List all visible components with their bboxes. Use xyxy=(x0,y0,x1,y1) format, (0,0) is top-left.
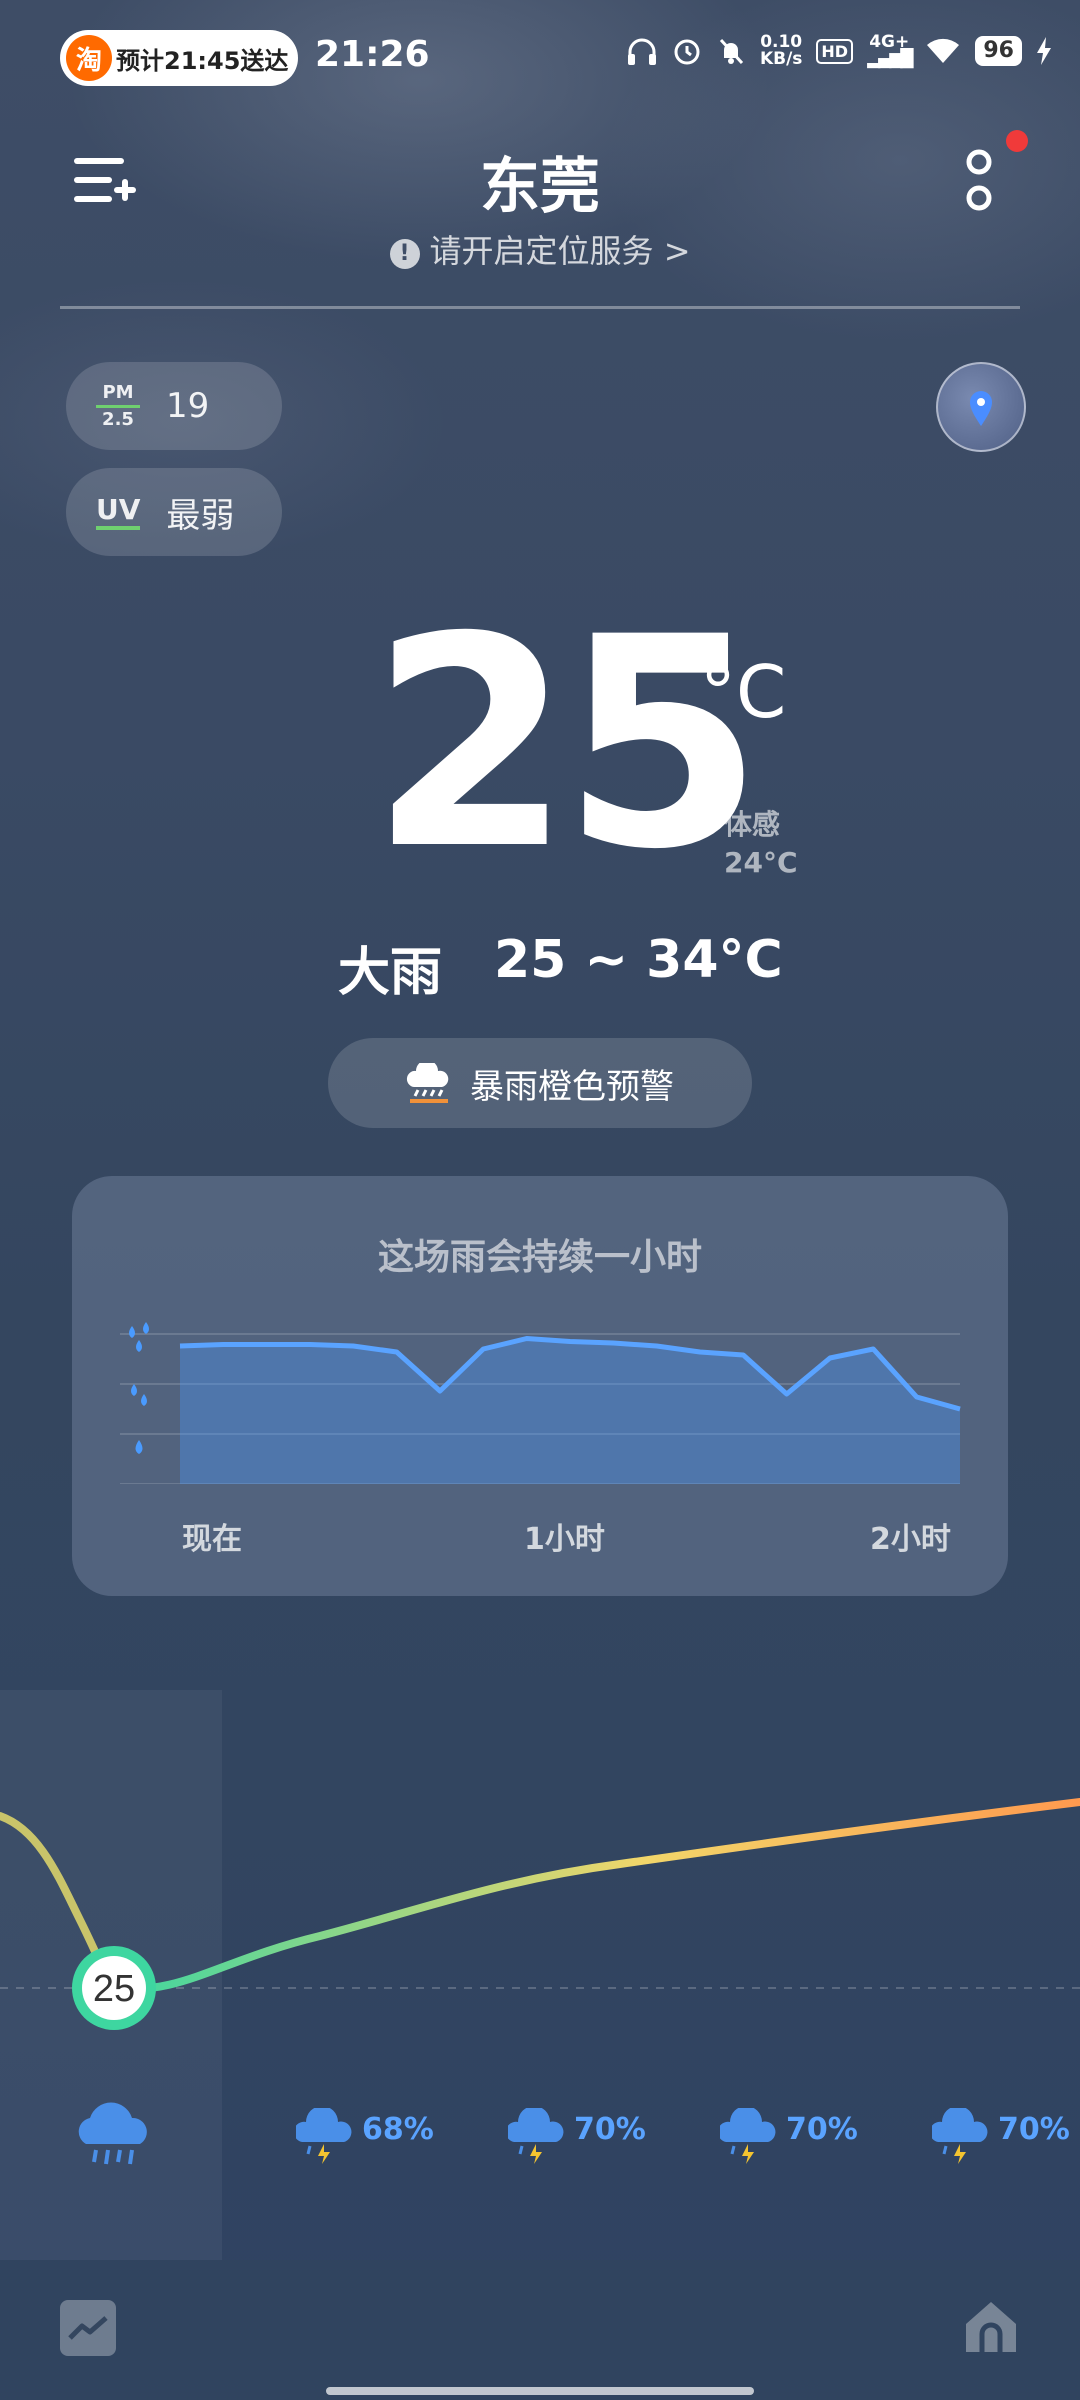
current-temperature: 25 xyxy=(370,576,764,913)
weather-condition: 大雨 xyxy=(338,943,443,1003)
axis-label-now: 现在 xyxy=(182,1522,242,1557)
battery-level: 96 xyxy=(975,36,1022,66)
thunder-rain-icon xyxy=(932,2108,988,2164)
signal-icon: 4G+ ▂▄▆█ xyxy=(867,32,913,69)
delivery-eta: 预计21:45送达 xyxy=(116,46,289,75)
alert-text: 暴雨橙色预警 xyxy=(470,1066,674,1107)
hour-2-rain-probability: 70% xyxy=(574,2112,646,2147)
header-divider xyxy=(60,306,1020,309)
home-icon[interactable] xyxy=(962,2298,1020,2356)
temperature-range: 25 ~ 34°C xyxy=(494,930,783,990)
status-time: 21:26 xyxy=(315,34,430,75)
thunder-rain-icon xyxy=(720,2108,776,2164)
uv-value: 最弱 xyxy=(166,495,235,536)
hour-1-rain-probability: 68% xyxy=(362,2112,434,2147)
current-temp-marker-label: 25 xyxy=(93,1968,135,2010)
location-hint-text: 请开启定位服务 xyxy=(429,232,654,270)
chevron-right-icon: > xyxy=(663,232,691,270)
medium-rain-drops-icon xyxy=(131,1384,147,1406)
city-name[interactable]: 东莞 xyxy=(0,138,1080,225)
trend-line-icon xyxy=(68,2316,108,2340)
mute-bell-icon xyxy=(719,38,744,65)
pm25-chip[interactable]: PM 2.5 19 xyxy=(66,362,282,450)
trend-chart-button[interactable] xyxy=(60,2300,116,2356)
hour-3-rain-probability: 70% xyxy=(786,2112,858,2147)
temperature-unit: °C xyxy=(700,650,787,734)
alarm-icon xyxy=(674,39,700,65)
feels-like: 体感 24°C xyxy=(724,808,798,879)
uv-chip[interactable]: UV 最弱 xyxy=(66,468,282,556)
delivery-pill[interactable]: 淘 预计21:45送达 xyxy=(60,30,298,86)
hourly-temperature-curve: 25 xyxy=(0,1798,1080,2030)
map-pin-icon xyxy=(970,391,992,426)
rain-forecast-card[interactable]: 这场雨会持续一小时 现在 1小时 2小时 xyxy=(72,1176,1008,1596)
rain-intensity-area xyxy=(180,1338,960,1484)
hd-badge: HD xyxy=(816,38,854,64)
wifi-icon xyxy=(927,38,960,63)
pm25-icon: PM 2.5 xyxy=(96,382,140,430)
headphones-icon xyxy=(627,38,656,65)
notification-dot xyxy=(1006,130,1028,152)
heavy-rain-drops-icon xyxy=(129,1322,149,1352)
rainstorm-warning-icon xyxy=(406,1063,449,1103)
charging-icon xyxy=(1037,37,1051,65)
bottom-toolbar xyxy=(0,2260,1080,2400)
uv-icon: UV xyxy=(96,494,141,530)
thunder-rain-icon xyxy=(296,2108,352,2164)
enable-location-link[interactable]: ! 请开启定位服务 > xyxy=(0,226,1080,272)
taobao-icon: 淘 xyxy=(66,35,112,81)
rainstorm-alert-button[interactable]: 暴雨橙色预警 xyxy=(328,1038,752,1128)
axis-label-2h: 2小时 xyxy=(870,1522,951,1557)
heavy-rain-icon xyxy=(78,2102,147,2165)
net-speed: 0.10 KB/s xyxy=(759,32,803,69)
map-button[interactable] xyxy=(936,362,1026,452)
more-options-icon[interactable] xyxy=(964,148,994,214)
light-rain-drop-icon xyxy=(135,1440,143,1454)
rain-forecast-title: 这场雨会持续一小时 xyxy=(377,1237,702,1278)
thunder-rain-icon xyxy=(508,2108,564,2164)
pm25-value: 19 xyxy=(166,386,210,426)
status-icons: 0.10 KB/s HD 4G+ ▂▄▆█ 96 xyxy=(626,34,1052,68)
hour-4-rain-probability: 70% xyxy=(998,2112,1070,2147)
gesture-handle[interactable] xyxy=(326,2387,754,2395)
rain-intensity-chart xyxy=(120,1322,961,1484)
warning-icon: ! xyxy=(389,239,420,269)
axis-label-1h: 1小时 xyxy=(524,1522,605,1557)
hourly-curve-future xyxy=(110,1798,1080,1994)
